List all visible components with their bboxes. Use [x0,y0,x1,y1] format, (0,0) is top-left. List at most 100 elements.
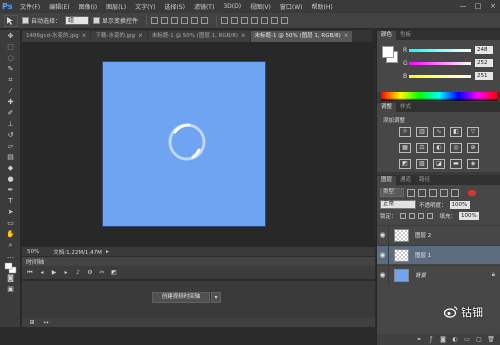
move-tool-icon[interactable]: ✥ [4,31,17,41]
align-hcenter-icon[interactable] [191,17,199,24]
menu-image[interactable]: 图像(I) [79,2,97,11]
delete-layer-icon[interactable]: 🗑︎ [487,336,495,344]
menu-edit[interactable]: 编辑(E) [49,2,69,11]
quick-mask-icon[interactable]: ◙ [4,273,17,283]
visibility-eye-icon[interactable]: ◉ [377,225,389,245]
new-adjustment-icon[interactable]: ◐ [451,336,459,344]
zoom-level[interactable]: 50% [27,249,39,255]
menu-filter[interactable]: 滤镜(T) [194,2,214,11]
eraser-tool-icon[interactable]: ▱ [4,141,17,151]
brightness-icon[interactable]: ☼ [399,127,411,137]
menu-type[interactable]: 文字(Y) [135,2,155,11]
levels-icon[interactable]: ▥ [416,127,428,137]
document-tab-active[interactable]: 未标题-1 @ 50% (图层 1, RGB/8) × [250,31,353,42]
menu-view[interactable]: 视图(V) [250,2,271,11]
timeline-title[interactable]: 时间轴 [26,257,44,266]
close-tab-icon[interactable]: × [82,33,87,39]
document-tab[interactable]: 未标题-1 @ 50% (图层 1, RGB/8) × [147,31,250,42]
zoom-tool-icon[interactable]: ⌕ [4,240,17,250]
align-left-icon[interactable] [181,17,189,24]
quick-select-tool-icon[interactable]: ✎ [4,64,17,74]
lasso-tool-icon[interactable]: ◌ [4,53,17,63]
kind-filter-dropdown[interactable]: 类型 [380,188,404,197]
lock-position-icon[interactable] [417,213,424,219]
path-select-tool-icon[interactable]: ➤ [4,207,17,217]
distribute-vcenter-icon[interactable] [231,17,239,24]
lock-pixels-icon[interactable] [408,213,415,219]
align-bottom-icon[interactable] [171,17,179,24]
visibility-eye-icon[interactable]: ◉ [377,245,389,265]
tab-paths[interactable]: 路径 [415,176,434,185]
shape-filter-icon[interactable] [440,188,448,197]
distribute-right-icon[interactable] [271,17,279,24]
layer-style-icon[interactable]: ƒ [427,336,435,344]
marquee-tool-icon[interactable]: ⬚ [4,42,17,52]
document-tab[interactable]: 1486gcd-水变的.jpg × [22,31,91,42]
next-frame-icon[interactable]: ▸ [62,269,70,277]
prev-frame-icon[interactable]: ◂ [38,269,46,277]
settings-icon[interactable]: ⚙ [86,269,94,277]
lock-all-icon[interactable] [426,213,433,219]
distribute-bottom-icon[interactable] [241,17,249,24]
menu-select[interactable]: 选择(S) [164,2,185,11]
eyedropper-tool-icon[interactable]: ⁄ [4,86,17,96]
blue-slider[interactable] [409,74,471,78]
minimize-button[interactable]: — [458,1,468,11]
crop-tool-icon[interactable]: ⌗ [4,75,17,85]
brush-tool-icon[interactable]: ✐ [4,108,17,118]
hand-tool-icon[interactable]: ✋ [4,229,17,239]
align-right-icon[interactable] [201,17,209,24]
close-tab-icon[interactable]: × [138,33,143,39]
exposure-icon[interactable]: ◧ [450,127,462,137]
color-swatches-icon[interactable] [4,262,17,274]
color-balance-icon[interactable]: ⚖ [416,143,428,153]
blur-tool-icon[interactable]: ◆ [4,163,17,173]
lock-transparent-icon[interactable] [399,213,406,219]
close-button[interactable]: × [488,1,498,11]
close-tab-icon[interactable]: × [241,33,246,39]
distribute-hcenter-icon[interactable] [261,17,269,24]
dodge-tool-icon[interactable]: ● [4,174,17,184]
first-frame-icon[interactable]: ⏮ [26,269,34,277]
add-mask-icon[interactable]: ◙ [439,336,447,344]
shape-tool-icon[interactable]: ▭ [4,218,17,228]
hue-saturation-icon[interactable]: ▦ [399,143,411,153]
selective-color-icon[interactable]: ◈ [467,159,479,169]
blend-mode-dropdown[interactable]: 正常 [380,200,416,209]
channel-mixer-icon[interactable]: ⊕ [467,143,479,153]
menu-help[interactable]: 帮助(H) [312,2,333,11]
tab-swatches[interactable]: 色板 [396,31,415,40]
filter-toggle-icon[interactable] [468,189,476,196]
posterize-icon[interactable]: ▨ [416,159,428,169]
show-transform-checkbox[interactable] [93,17,101,24]
visibility-eye-icon[interactable]: ◉ [377,265,389,285]
type-filter-icon[interactable] [429,188,437,197]
adjustment-filter-icon[interactable] [418,188,426,197]
green-slider[interactable] [409,61,471,65]
tab-layers[interactable]: 图层 [377,176,397,185]
link-layers-icon[interactable]: ⚭ [415,336,423,344]
move-tool-preset-icon[interactable] [4,14,18,27]
tab-channels[interactable]: 通道 [396,176,415,185]
more-tools-icon[interactable]: … [4,251,17,261]
layer-row[interactable]: ◉ 背景 🔒︎ [377,265,500,285]
healing-tool-icon[interactable]: ✚ [4,97,17,107]
new-layer-icon[interactable]: ▢ [475,336,483,344]
new-group-icon[interactable]: ▭ [463,336,471,344]
transition-icon[interactable]: ◩ [110,269,118,277]
menu-3d[interactable]: 3D(D) [223,3,241,10]
auto-select-dropdown[interactable]: 组 [65,16,90,25]
auto-align-icon[interactable] [281,17,289,24]
maximize-button[interactable]: □ [473,1,483,11]
tab-styles[interactable]: 样式 [396,103,415,112]
pixel-filter-icon[interactable] [407,188,415,197]
black-white-icon[interactable]: ◐ [433,143,445,153]
red-slider[interactable] [409,48,471,52]
pen-tool-icon[interactable]: ✒ [4,185,17,195]
distribute-top-icon[interactable] [221,17,229,24]
layer-row[interactable]: ◉ 图层 2 [377,225,500,245]
menu-layer[interactable]: 图层(L) [106,2,126,11]
convert-frames-icon[interactable]: ⊞ [28,319,36,327]
clone-stamp-tool-icon[interactable]: ⊥ [4,119,17,129]
menu-file[interactable]: 文件(F) [20,2,40,11]
